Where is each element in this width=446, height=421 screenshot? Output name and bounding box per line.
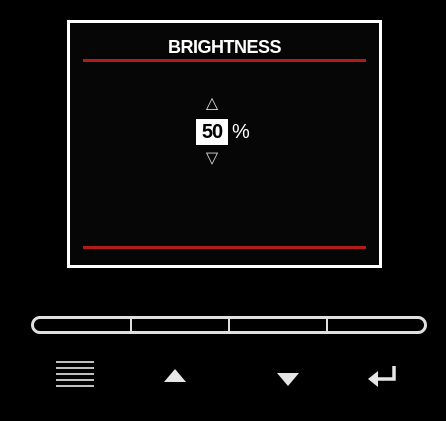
increase-indicator-icon: △: [205, 93, 219, 112]
menu-icon: [56, 361, 94, 387]
menu-title: BRIGHTNESS: [167, 37, 282, 57]
brightness-value[interactable]: 50: [196, 119, 228, 145]
down-button[interactable]: [230, 319, 328, 331]
enter-button[interactable]: [328, 319, 424, 331]
enter-return-icon: [364, 362, 404, 392]
up-button[interactable]: [132, 319, 230, 331]
bottom-divider: [83, 246, 366, 249]
osd-screen: BRIGHTNESS △ 50 % ▽: [67, 20, 382, 268]
monitor-osd-panel: BRIGHTNESS △ 50 % ▽: [0, 0, 446, 421]
brightness-unit: %: [232, 121, 250, 143]
triangle-up-icon: [164, 369, 186, 382]
title-divider: [83, 59, 366, 62]
decrease-indicator-icon: ▽: [205, 148, 219, 167]
hardware-button-bar: [31, 316, 427, 334]
menu-button[interactable]: [34, 319, 132, 331]
triangle-down-icon: [277, 373, 299, 386]
